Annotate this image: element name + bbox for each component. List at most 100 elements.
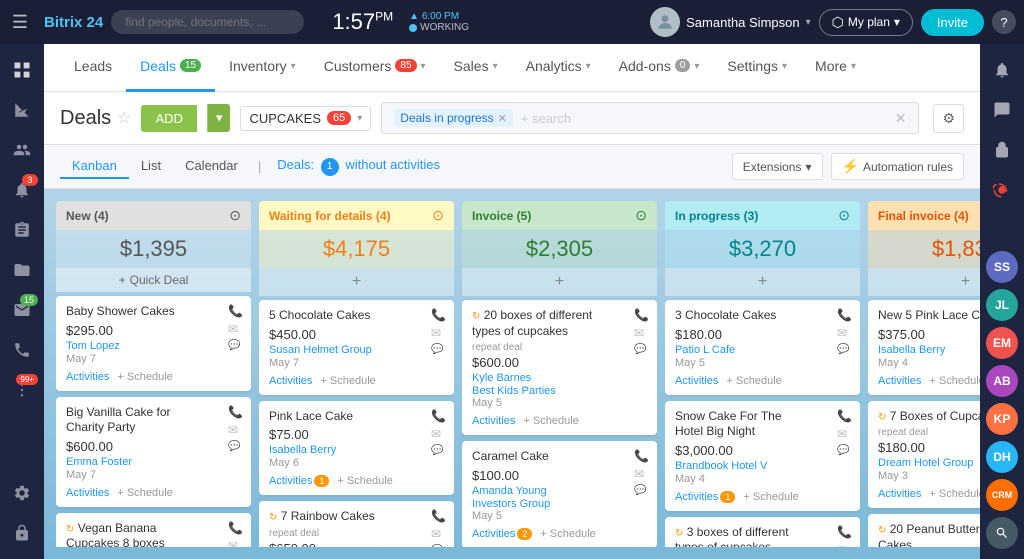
activities-link[interactable]: Activities [878, 488, 921, 500]
card-person[interactable]: Isabella Berry [878, 344, 980, 356]
card-person[interactable]: Isabella Berry [269, 444, 444, 456]
extensions-button[interactable]: Extensions ▾ [732, 153, 823, 180]
activities-link[interactable]: Activities [675, 375, 718, 387]
right-chat-icon[interactable] [984, 92, 1020, 128]
table-row[interactable]: 📞 ✉ 💬 ↻ 20 Peanut Butter Cakes repeat de… [868, 514, 980, 547]
top-search-input[interactable] [111, 10, 304, 34]
activities-link[interactable]: Activities1 [269, 475, 329, 487]
table-row[interactable]: 📞 ✉ 💬 New 5 Pink Lace Cake $375.00 Isabe… [868, 300, 980, 395]
right-avatar-search[interactable] [986, 517, 1018, 549]
schedule-link[interactable]: + Schedule [337, 475, 392, 487]
add-button[interactable]: ADD [141, 105, 196, 132]
activities-link[interactable]: Activities [472, 415, 515, 427]
email-icon[interactable]: ✉ [634, 326, 649, 340]
schedule-link[interactable]: + Schedule [523, 415, 578, 427]
email-icon[interactable]: ✉ [228, 539, 243, 547]
table-row[interactable]: 📞 ✉ 💬 ↻ 20 boxes of different types of c… [462, 300, 657, 435]
phone-icon[interactable]: 📞 [228, 521, 243, 535]
email-icon[interactable]: ✉ [228, 322, 243, 336]
activities-link[interactable]: Activities [66, 371, 109, 383]
activities-link[interactable]: Activities [269, 375, 312, 387]
schedule-link[interactable]: + Schedule [540, 528, 595, 540]
schedule-link[interactable]: + Schedule [320, 375, 375, 387]
right-broadcast-icon[interactable] [984, 172, 1020, 208]
nav-item-sales[interactable]: Sales ▾ [440, 44, 512, 92]
email-icon[interactable]: ✉ [837, 543, 852, 547]
table-row[interactable]: 📞 ✉ 💬 Big Vanilla Cake for Charity Party… [56, 397, 251, 507]
right-avatar-3[interactable]: EM [986, 327, 1018, 359]
add-dropdown-caret[interactable]: ▾ [207, 104, 231, 132]
sidebar-icon-chart[interactable] [4, 92, 40, 128]
chat-icon[interactable]: 💬 [228, 340, 243, 351]
card-person[interactable]: Susan Helmet Group [269, 344, 444, 356]
settings-button[interactable]: ⚙ [933, 104, 964, 133]
schedule-link[interactable]: + Schedule [726, 375, 781, 387]
card-person[interactable]: Patio L Cafe [675, 344, 850, 356]
schedule-link[interactable]: + Schedule [929, 488, 980, 500]
chat-icon[interactable]: 💬 [634, 344, 649, 355]
sidebar-icon-phone[interactable] [4, 332, 40, 368]
nav-item-settings[interactable]: Settings ▾ [713, 44, 801, 92]
phone-icon[interactable]: 📞 [837, 525, 852, 539]
phone-icon[interactable]: 📞 [634, 449, 649, 463]
email-icon[interactable]: ✉ [228, 423, 243, 437]
nav-item-addons[interactable]: Add-ons 0 ▾ [605, 44, 714, 92]
tab-list[interactable]: List [129, 154, 173, 179]
card-person[interactable]: Dream Hotel Group [878, 457, 980, 469]
card-person[interactable]: Tom Lopez [66, 340, 241, 352]
email-icon[interactable]: ✉ [634, 467, 649, 481]
quick-deal-button[interactable]: + Quick Deal [56, 268, 251, 292]
my-plan-button[interactable]: ⬡ My plan ▾ [819, 9, 913, 36]
user-profile[interactable]: Samantha Simpson ▾ [650, 7, 810, 37]
column-header-icon[interactable]: ⊙ [432, 207, 444, 224]
activities-link[interactable]: Activities [878, 375, 921, 387]
email-icon[interactable]: ✉ [837, 427, 852, 441]
chat-icon[interactable]: 💬 [431, 344, 446, 355]
right-avatar-2[interactable]: JL [986, 289, 1018, 321]
star-icon[interactable]: ☆ [117, 108, 131, 128]
search-clear-icon[interactable]: ✕ [895, 110, 907, 127]
email-icon[interactable]: ✉ [431, 326, 446, 340]
table-row[interactable]: 📞 ✉ 💬 Caramel Cake $100.00 Amanda Young … [462, 441, 657, 547]
phone-icon[interactable]: 📞 [837, 308, 852, 322]
column-header-icon[interactable]: ⊙ [635, 207, 647, 224]
chat-icon[interactable]: 💬 [228, 441, 243, 452]
table-row[interactable]: 📞 ✉ 💬 ↻ 7 Rainbow Cakes repeat deal $650… [259, 501, 454, 547]
card-person[interactable]: Kyle Barnes [472, 372, 647, 384]
email-icon[interactable]: ✉ [431, 527, 446, 541]
add-card-button[interactable]: + [462, 268, 657, 296]
table-row[interactable]: 📞 ✉ 💬 5 Chocolate Cakes $450.00 Susan He… [259, 300, 454, 395]
nav-item-inventory[interactable]: Inventory ▾ [215, 44, 310, 92]
table-row[interactable]: 📞 ✉ 💬 Pink Lace Cake $75.00 Isabella Ber… [259, 401, 454, 496]
chat-icon[interactable]: 💬 [634, 485, 649, 496]
right-notification-icon[interactable] [984, 52, 1020, 88]
activities-link[interactable]: Activities1 [675, 491, 735, 503]
sidebar-icon-crm[interactable] [4, 52, 40, 88]
phone-icon[interactable]: 📞 [431, 308, 446, 322]
help-button[interactable]: ? [992, 10, 1016, 34]
sidebar-icon-mail[interactable]: 15 [4, 292, 40, 328]
nav-item-more[interactable]: More ▾ [801, 44, 870, 92]
right-avatar-5[interactable]: KP [986, 403, 1018, 435]
sidebar-icon-tasks[interactable] [4, 212, 40, 248]
add-card-button[interactable]: + [665, 268, 860, 296]
phone-icon[interactable]: 📞 [431, 409, 446, 423]
right-avatar-1[interactable]: SS [986, 251, 1018, 283]
table-row[interactable]: 📞 ✉ 💬 ↻ Vegan Banana Cupcakes 8 boxes re… [56, 513, 251, 547]
card-person[interactable]: Brandbook Hotel V [675, 460, 850, 472]
table-row[interactable]: 📞 ✉ 💬 Snow Cake For The Hotel Big Night … [665, 401, 860, 511]
table-row[interactable]: 📞 ✉ 💬 ↻ 3 boxes of different types of cu… [665, 517, 860, 547]
card-company[interactable]: Investors Group [472, 498, 647, 510]
sidebar-icon-drive[interactable] [4, 252, 40, 288]
nav-item-leads[interactable]: Leads [60, 44, 126, 92]
column-header-icon[interactable]: ⊙ [838, 207, 850, 224]
phone-icon[interactable]: 📞 [228, 304, 243, 318]
hamburger-menu-icon[interactable]: ☰ [8, 4, 32, 40]
phone-icon[interactable]: 📞 [228, 405, 243, 419]
search-bar[interactable]: Deals in progress ✕ + search ✕ [381, 102, 919, 134]
phone-icon[interactable]: 📞 [634, 308, 649, 322]
add-card-button[interactable]: + [868, 268, 980, 296]
schedule-link[interactable]: + Schedule [929, 375, 980, 387]
nav-item-deals[interactable]: Deals 15 [126, 44, 215, 92]
sidebar-icon-lock[interactable] [4, 515, 40, 551]
